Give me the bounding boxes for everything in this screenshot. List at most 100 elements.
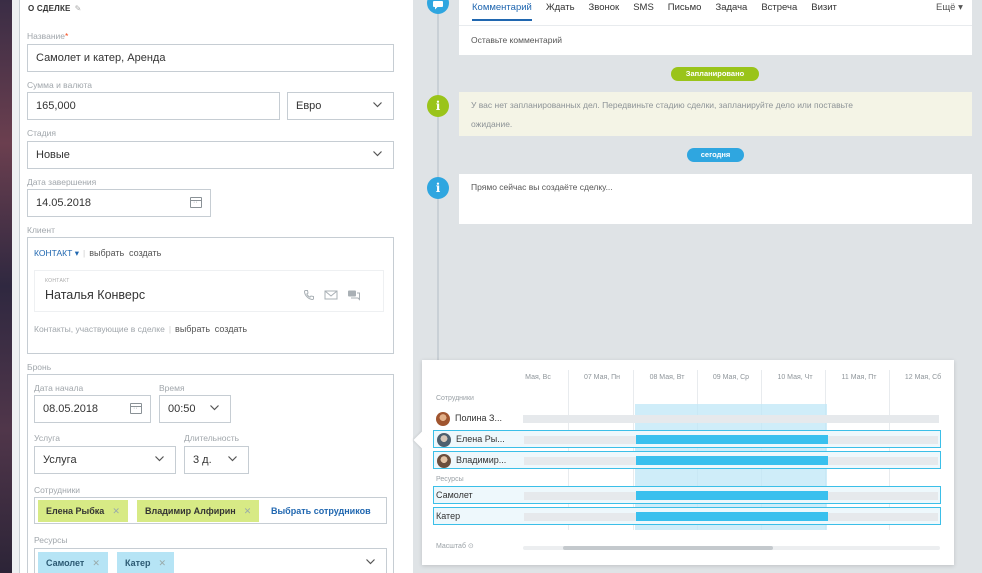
creating-note: Прямо сейчас вы создаёте сделку... <box>471 182 613 192</box>
select-employees-link[interactable]: Выбрать сотрудников <box>271 506 371 516</box>
avatar <box>437 433 451 447</box>
planner-row[interactable]: Владимир... <box>433 451 941 469</box>
client-box: КОНТАКТ ▾ | выбрать создать КОНТАКТ Наталь… <box>27 237 394 354</box>
close-date-label: Дата завершения <box>27 177 97 187</box>
resource-tag: Самолет ✕ <box>38 552 108 573</box>
employee-tag: Владимир Алфирин ✕ <box>137 500 260 522</box>
day-divider <box>633 370 634 530</box>
tab-call[interactable]: Звонок <box>589 2 620 21</box>
time-value: 00:50 <box>168 403 196 415</box>
service-select[interactable]: Услуга <box>34 446 176 474</box>
contact-type-caption: КОНТАКТ <box>45 278 70 284</box>
time-label: Время <box>159 383 185 393</box>
resources-label: Ресурсы <box>34 535 68 545</box>
today-pill: сегодня <box>687 148 744 162</box>
row-track <box>523 415 939 423</box>
day-header: Мая, Вс <box>525 374 551 381</box>
deal-form: О СДЕЛКЕ ✎ Название* Самолет и катер, Аре… <box>20 0 413 573</box>
scrollbar-thumb[interactable] <box>563 546 773 550</box>
chevron-down-icon <box>372 99 383 110</box>
resource-name: Самолет <box>436 490 473 500</box>
tab-sms[interactable]: SMS <box>633 2 654 21</box>
employee-name: Владимир... <box>456 455 507 465</box>
choose-participants-link[interactable]: выбрать <box>175 324 210 334</box>
booking-bar[interactable] <box>636 435 828 444</box>
timeline-scrollbar[interactable] <box>523 546 940 550</box>
close-date-value: 14.05.2018 <box>36 197 92 209</box>
edit-pencil-icon[interactable]: ✎ <box>75 4 82 13</box>
start-date-input[interactable]: 08.05.2018 <box>34 395 151 423</box>
booking-bar[interactable] <box>636 456 828 465</box>
time-select[interactable]: 00:50 <box>159 395 231 423</box>
deal-title-input[interactable]: Самолет и катер, Аренда <box>27 44 394 72</box>
tab-meeting[interactable]: Встреча <box>761 2 797 21</box>
start-date-label: Дата начала <box>34 383 84 393</box>
tab-wait[interactable]: Ждать <box>546 2 575 21</box>
phone-icon[interactable] <box>303 289 315 304</box>
comment-input[interactable]: Оставьте комментарий <box>471 35 562 45</box>
tab-comment[interactable]: Комментарий <box>472 2 532 21</box>
tabs-divider <box>459 25 972 26</box>
tab-task[interactable]: Задача <box>715 2 747 21</box>
start-date-value: 08.05.2018 <box>43 403 99 415</box>
planner-row[interactable]: Полина З... <box>433 410 941 428</box>
planner-row[interactable]: Катер <box>433 507 941 525</box>
remove-icon[interactable]: ✕ <box>159 558 167 568</box>
amount-input[interactable]: 165,000 <box>27 92 280 120</box>
contact-name[interactable]: Наталья Конверс <box>45 288 145 302</box>
chevron-down-icon[interactable] <box>365 556 376 567</box>
service-label: Услуга <box>34 433 60 443</box>
planned-note-line: У вас нет запланированных дел. Передвинь… <box>471 100 853 110</box>
day-divider <box>889 370 890 530</box>
day-divider <box>568 370 569 530</box>
remove-icon[interactable]: ✕ <box>244 506 252 516</box>
tab-more[interactable]: Ещё ▾ <box>936 2 963 13</box>
avatar <box>436 412 450 426</box>
day-header: 09 Мая, Ср <box>712 374 750 381</box>
booking-bar[interactable] <box>636 491 828 500</box>
stage-select[interactable]: Новые <box>27 141 394 169</box>
info-icon: i <box>427 95 449 117</box>
remove-icon[interactable]: ✕ <box>92 558 100 568</box>
section-title: О СДЕЛКЕ ✎ <box>28 4 82 13</box>
info-icon: i <box>427 177 449 199</box>
stage-label: Стадия <box>27 128 56 138</box>
zoom-icon[interactable]: ⊙ <box>468 543 474 550</box>
remove-icon[interactable]: ✕ <box>112 506 120 516</box>
duration-select[interactable]: 3 д. <box>184 446 249 474</box>
planner-row[interactable]: Елена Ры... <box>433 430 941 448</box>
email-icon[interactable] <box>324 289 338 304</box>
tab-visit[interactable]: Визит <box>811 2 837 21</box>
currency-select[interactable]: Евро <box>287 92 394 120</box>
create-participants-link[interactable]: создать <box>215 324 247 334</box>
stage-value: Новые <box>36 149 70 161</box>
resource-name: Катер <box>436 511 461 521</box>
duration-label: Длительность <box>184 433 240 443</box>
chat-icon[interactable] <box>347 289 361 304</box>
employees-label: Сотрудники <box>34 485 81 495</box>
booking-bar[interactable] <box>636 512 828 521</box>
calendar-icon[interactable] <box>190 197 202 208</box>
planned-note-line: ожидание. <box>471 119 513 129</box>
resources-field[interactable]: Самолет ✕ Катер ✕ <box>34 548 387 573</box>
close-date-input[interactable]: 14.05.2018 <box>27 189 211 217</box>
currency-value: Евро <box>296 100 322 112</box>
planned-note: У вас нет запланированных дел. Передвинь… <box>471 96 853 134</box>
contact-type-dropdown[interactable]: КОНТАКТ ▾ <box>34 248 79 258</box>
chevron-down-icon <box>154 453 165 464</box>
title-label: Название* <box>27 31 69 41</box>
tab-email[interactable]: Письмо <box>668 2 702 21</box>
day-header: 08 Мая, Вт <box>649 374 685 381</box>
booking-label: Бронь <box>27 362 52 372</box>
contact-card[interactable]: КОНТАКТ Наталья Конверс <box>34 270 384 312</box>
day-header: 07 Мая, Пн <box>583 374 621 381</box>
calendar-icon[interactable] <box>130 403 142 414</box>
participants-label: Контакты, участвующие в сделке <box>34 324 165 334</box>
choose-contact-link[interactable]: выбрать <box>89 248 124 258</box>
create-contact-link[interactable]: создать <box>129 248 161 258</box>
scale-label: Масштаб ⊙ <box>436 543 474 550</box>
panel-edge <box>12 0 20 573</box>
planner-row[interactable]: Самолет <box>433 486 941 504</box>
employees-field[interactable]: Елена Рыбка ✕ Владимир Алфирин ✕ Выбрать с… <box>34 497 387 524</box>
activity-tabs: Комментарий Ждать Звонок SMS Письмо Зада… <box>472 2 851 21</box>
